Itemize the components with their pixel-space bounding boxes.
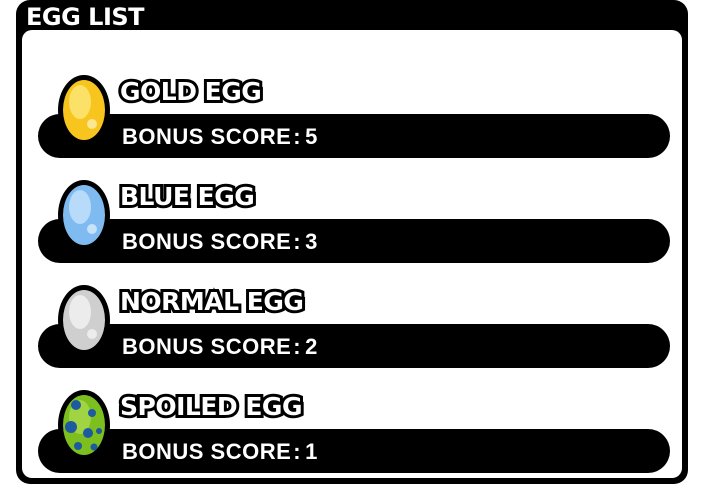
bonus-label: BONUS SCORE (122, 229, 292, 254)
spoiled-egg-icon (54, 383, 114, 463)
gold-egg-icon (54, 68, 114, 148)
bonus-label: BONUS SCORE (122, 439, 292, 464)
egg-name: SPOILED EGG (117, 390, 305, 424)
panel-title: EGG LIST (25, 3, 145, 31)
egg-row-spoiled: SPOILED EGG BONUS SCORE: 1 (38, 383, 670, 487)
bonus-score: BONUS SCORE: 5 (122, 124, 318, 149)
blue-egg-icon (54, 173, 114, 253)
bonus-label: BONUS SCORE (122, 334, 292, 359)
egg-row-blue: BLUE EGG BONUS SCORE: 3 (38, 173, 670, 277)
egg-row-normal: NORMAL EGG BONUS SCORE: 2 (38, 278, 670, 382)
bonus-score: BONUS SCORE: 1 (122, 439, 318, 464)
normal-egg-icon (54, 278, 114, 358)
bonus-value: 2 (305, 334, 318, 359)
bonus-value: 3 (305, 229, 318, 254)
bonus-score: BONUS SCORE: 3 (122, 229, 318, 254)
bonus-score: BONUS SCORE: 2 (122, 334, 318, 359)
egg-name: GOLD EGG (117, 75, 265, 109)
egg-row-gold: GOLD EGG BONUS SCORE: 5 (38, 68, 670, 172)
egg-name: NORMAL EGG (117, 285, 307, 319)
egg-name: BLUE EGG (117, 180, 258, 214)
bonus-label: BONUS SCORE (122, 124, 292, 149)
bonus-value: 1 (305, 439, 318, 464)
bonus-value: 5 (305, 124, 318, 149)
